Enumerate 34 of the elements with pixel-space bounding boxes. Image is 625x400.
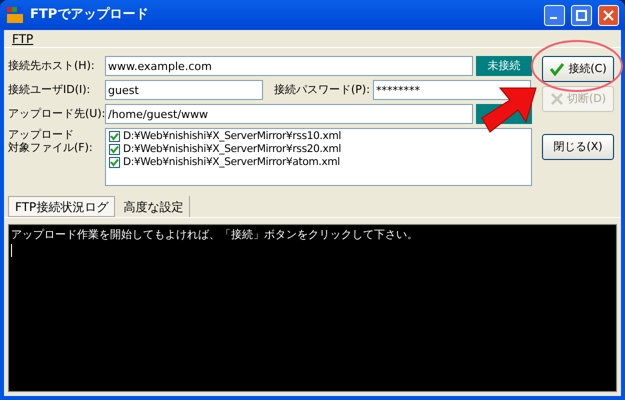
checkbox[interactable] xyxy=(109,131,120,142)
maximize-button[interactable] xyxy=(571,4,592,26)
input-field[interactable]: ******** xyxy=(372,80,531,100)
input-field[interactable]: www.example.com xyxy=(105,56,473,76)
close-button[interactable] xyxy=(598,4,619,26)
maximize-icon xyxy=(576,10,587,20)
close-icon xyxy=(603,10,614,20)
field-label: 接続先ホスト(H): xyxy=(8,58,96,74)
status-badge: 未接続 xyxy=(476,56,532,76)
cross-icon xyxy=(550,92,564,106)
checkbox[interactable] xyxy=(109,157,120,168)
field-label: 接続ユーザID(I): xyxy=(8,82,92,98)
field-label: アップロード xyxy=(8,128,75,141)
field-label: アップロード先(U): xyxy=(8,106,102,122)
field-label: 対象ファイル(F): xyxy=(8,141,94,154)
tab[interactable]: FTP接続状況ログ xyxy=(8,196,116,217)
file-path: D:¥Web¥nishishi¥X_ServerMirror¥rss20.xml xyxy=(123,142,342,157)
window-title: FTPでアップロード xyxy=(30,6,150,24)
check-icon xyxy=(549,62,566,76)
minimize-button[interactable] xyxy=(544,4,565,26)
arrow-drawing xyxy=(481,88,537,133)
minimize-icon xyxy=(550,17,556,19)
field-label: 接続パスワード(P): xyxy=(274,82,370,98)
input-field[interactable]: /home/guest/www xyxy=(105,104,473,124)
checkbox[interactable] xyxy=(109,144,120,155)
file-path: D:¥Web¥nishishi¥X_ServerMirror¥rss10.xml xyxy=(123,128,342,144)
close-button[interactable]: 閉じる(X) xyxy=(542,134,614,160)
menu-item[interactable]: FTP xyxy=(12,30,34,48)
tab[interactable]: 高度な設定 xyxy=(117,196,190,217)
input-field[interactable]: guest xyxy=(105,80,263,100)
log-text: アップロード作業を開始してもよければ、「接続」ボタンをクリックして下さい。 xyxy=(11,227,419,243)
connect-button[interactable]: 接続(C) xyxy=(542,56,614,82)
file-path: D:¥Web¥nishishi¥X_ServerMirror¥atom.xml xyxy=(123,154,340,170)
app-icon xyxy=(6,6,24,24)
